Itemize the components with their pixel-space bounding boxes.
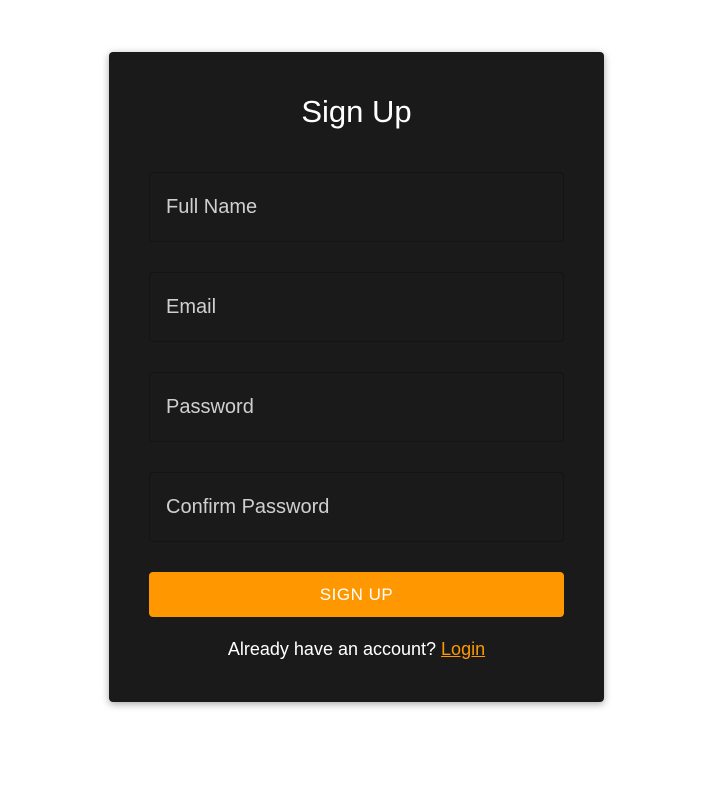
full-name-input[interactable] — [149, 172, 564, 242]
password-input[interactable] — [149, 372, 564, 442]
signup-card: Sign Up SIGN UP Already have an account?… — [109, 52, 604, 702]
login-prompt-text: Already have an account? — [227, 639, 442, 659]
email-input[interactable] — [149, 272, 564, 342]
signup-button[interactable]: SIGN UP — [149, 572, 564, 617]
login-link[interactable]: Login — [441, 639, 485, 659]
login-prompt: Already have an account? Login — [109, 638, 604, 660]
page-title: Sign Up — [301, 94, 412, 129]
confirm-password-input[interactable] — [149, 472, 564, 542]
